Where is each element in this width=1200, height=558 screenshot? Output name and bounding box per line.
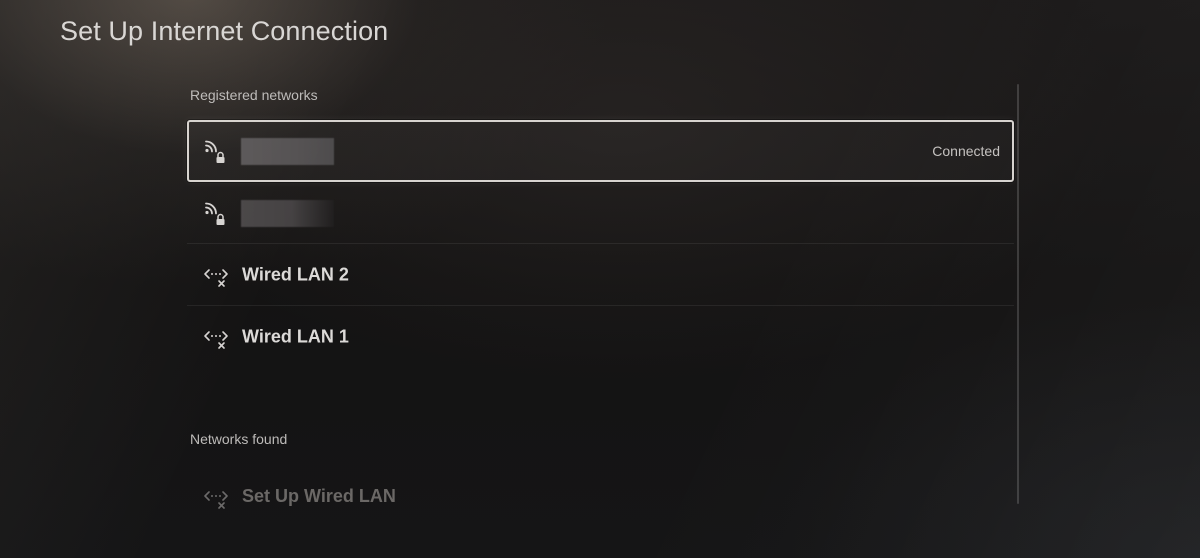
network-label: Wired LAN 2: [242, 264, 349, 284]
wired-lan-disconnected-icon: [204, 331, 228, 349]
network-label: Wired LAN 1: [242, 326, 349, 347]
network-name-redacted: [241, 138, 334, 165]
registered-networks-list: Connected Wired LAN 2 Wired LAN 1: [187, 120, 1014, 368]
network-row-wifi-2[interactable]: [187, 182, 1014, 244]
screen: Set Up Internet Connection Registered ne…: [0, 0, 1200, 558]
setup-wired-lan-label: Set Up Wired LAN: [242, 486, 396, 506]
wired-lan-disconnected-icon: [204, 491, 228, 509]
connection-status: Connected: [932, 143, 1000, 159]
setup-wired-lan-row[interactable]: Set Up Wired LAN: [187, 466, 1014, 528]
network-row-wifi-1[interactable]: Connected: [187, 120, 1014, 182]
wired-lan-disconnected-icon: [204, 269, 228, 287]
section-heading-registered: Registered networks: [190, 87, 318, 103]
page-title: Set Up Internet Connection: [60, 16, 389, 46]
section-heading-found: Networks found: [190, 431, 288, 447]
wifi-lock-icon: [205, 140, 225, 163]
network-row-wired-lan-2[interactable]: Wired LAN 2: [187, 244, 1014, 306]
wifi-lock-icon: [205, 202, 225, 225]
scrollbar[interactable]: [1017, 84, 1019, 504]
network-row-wired-lan-1[interactable]: Wired LAN 1: [187, 306, 1014, 368]
network-name-redacted: [241, 200, 334, 227]
